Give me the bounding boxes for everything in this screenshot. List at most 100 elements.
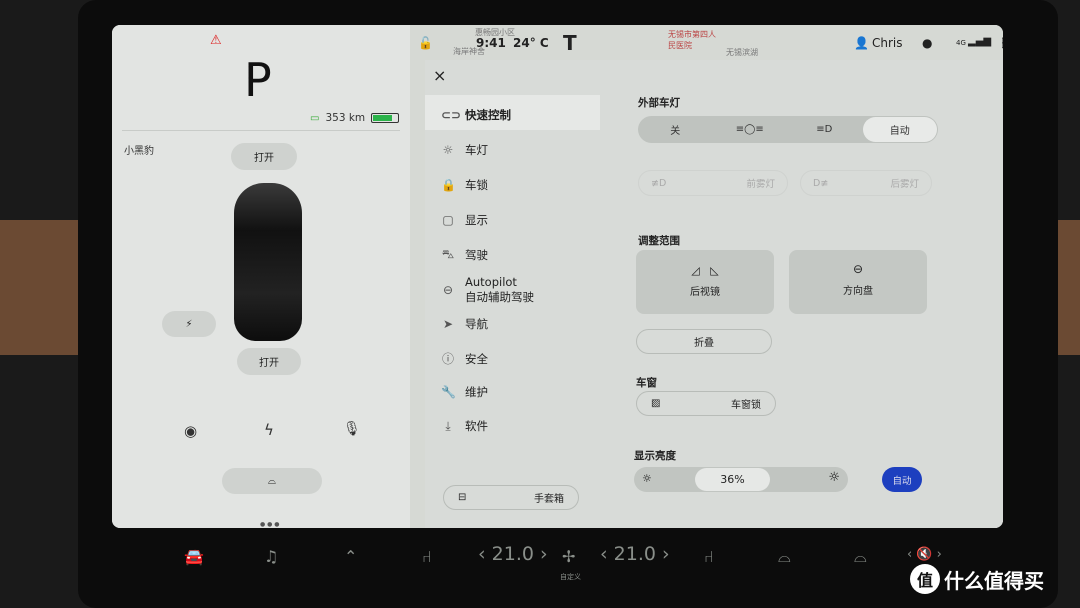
glovebox-icon: ⊟	[458, 492, 467, 503]
menu-item-9[interactable]: ⤓ 软件	[441, 418, 488, 434]
mirror-icon: ◿ ◺	[691, 264, 719, 277]
lights-off-option[interactable]: 关	[638, 116, 713, 143]
headlights-icon[interactable]: ≡D	[787, 116, 862, 143]
clock: 9:41	[476, 36, 506, 50]
steering-wheel-icon: ⊖	[442, 283, 454, 297]
car-icon[interactable]: 🚘	[184, 547, 204, 566]
dashcam-icon[interactable]: ●	[922, 36, 932, 50]
parking-lights-icon[interactable]: ≡◯≡	[713, 116, 788, 143]
menu-item-label: 软件	[465, 419, 488, 433]
window-title: 车窗	[636, 377, 657, 389]
lights-title: 外部车灯	[638, 97, 680, 109]
open-frunk-button[interactable]: 打开	[231, 143, 297, 170]
user-name[interactable]: Chris	[872, 36, 903, 50]
right-temp-control[interactable]: ‹ 21.0 ›	[600, 543, 670, 565]
menu-item-label: Autopilot	[465, 275, 517, 289]
music-icon[interactable]: ♫	[264, 547, 278, 566]
car-name: 小黑豹	[124, 146, 154, 157]
car-top-view	[234, 183, 302, 341]
signal-icon: ▂▄▆	[968, 36, 992, 47]
brightness-title: 显示亮度	[634, 450, 676, 462]
dashboard-trim-right	[1055, 220, 1080, 355]
steering-wheel-button[interactable]: ⊖ 方向盘	[789, 250, 927, 314]
car-icon: ⛍	[441, 247, 455, 261]
steering-wheel-icon: ⊖	[852, 262, 864, 276]
menu-item-5[interactable]: ⊖ Autopilot 自动辅助驾驶	[441, 275, 534, 305]
menu-item-4[interactable]: ⛍ 驾驶	[441, 247, 488, 263]
bluetooth-icon[interactable]: ᛒ	[1000, 36, 1003, 50]
download-icon: ⤓	[445, 418, 451, 433]
window-lock-icon: ▨	[651, 398, 661, 409]
app-launcher-icon[interactable]: ⌃	[344, 547, 357, 566]
menu-item-7[interactable]: ⓘ 安全	[441, 350, 488, 367]
menu-item-label: 车灯	[465, 143, 488, 157]
front-defrost-icon[interactable]: ⌓	[854, 547, 867, 567]
front-fog-icon: ≢D	[651, 177, 667, 189]
menu-item-label: 维护	[465, 385, 488, 399]
glovebox-button[interactable]: ⊟ 手套箱	[443, 485, 579, 510]
range-display: ▭ 353 km	[310, 112, 400, 124]
menu-item-1[interactable]: ☼ 车灯	[441, 142, 488, 158]
lights-auto-option[interactable]: 自动	[862, 117, 937, 142]
lock-icon[interactable]: 🔓	[418, 36, 433, 50]
rear-fog-icon: D≢	[813, 177, 829, 189]
window-lock-button[interactable]: ▨ 车窗锁	[636, 391, 776, 416]
quick-controls: 外部车灯 关 ≡◯≡ ≡D 自动 ≢D 前雾灯 D≢ 后雾灯 调整范围 ◿ ◺ 后视…	[600, 60, 1003, 528]
menu-item-0[interactable]: ⊂⊃ 快速控制	[441, 107, 511, 123]
menu-item-label: 导航	[465, 317, 488, 331]
sun-low-icon: ☼	[642, 472, 652, 485]
menu-item-6[interactable]: ➤ 导航	[441, 316, 488, 332]
menu-item-label: 车锁	[465, 178, 488, 192]
menu-item-2[interactable]: 🔒 车锁	[441, 177, 488, 193]
lock-icon: 🔒	[441, 178, 456, 192]
sun-high-icon: ☼	[828, 470, 840, 485]
watermark-logo: 值什么值得买	[910, 564, 1044, 594]
navigation-icon: ➤	[442, 317, 454, 331]
menu-item-8[interactable]: 🔧 维护	[441, 384, 488, 400]
brightness-thumb[interactable]: 36%	[695, 468, 770, 491]
wiper-button[interactable]: ⌓	[222, 468, 322, 494]
lightning-icon[interactable]: ϟ	[264, 421, 274, 439]
brightness-auto-button[interactable]: 自动	[882, 467, 922, 492]
menu-item-label: 快速控制	[465, 108, 511, 122]
page-dots: ● ● ●	[260, 521, 280, 528]
close-icon[interactable]: ×	[433, 66, 446, 85]
fan-label: 自定义	[560, 573, 581, 581]
rear-fog-button: D≢ 后雾灯	[800, 170, 932, 196]
outside-temp: 24° C	[513, 36, 549, 50]
toggle-icon: ⊂⊃	[441, 108, 462, 122]
user-icon[interactable]: 👤	[854, 36, 869, 50]
gear-indicator: P	[244, 53, 272, 107]
menu-item-sublabel: 自动辅助驾驶	[465, 290, 534, 304]
fan-icon[interactable]: ✢	[562, 547, 575, 566]
wrench-icon: 🔧	[441, 385, 456, 399]
network-label: 4G	[956, 39, 966, 47]
volume-mute-icon[interactable]: ‹ 🔇 ›	[907, 547, 942, 562]
mirrors-button[interactable]: ◿ ◺ 后视镜	[636, 250, 774, 314]
adjust-title: 调整范围	[638, 235, 680, 247]
seatbelt-warning-icon: ⚠	[210, 33, 222, 48]
touchscreen: ⚠ P ▭ 353 km 小黑豹 打开 ⚡ 打开 ◉ ϟ 🎙 ⌓ ● ● ● 海…	[112, 25, 1003, 528]
rear-defrost-icon[interactable]: ⌓	[778, 547, 791, 567]
charge-port-button[interactable]: ⚡	[162, 311, 216, 337]
microphone-icon[interactable]: 🎙	[343, 421, 361, 437]
bottom-bar: 🚘 ♫ ⌃ ⑁ ‹ 21.0 › ✢ 自定义 ‹ 21.0 › ⑁ ⌓ ⌓ ‹ …	[112, 533, 1003, 583]
charge-icon: ▭	[310, 112, 320, 124]
right-seat-heater-icon[interactable]: ⑁	[704, 547, 714, 566]
open-trunk-button[interactable]: 打开	[237, 348, 301, 375]
tesla-logo-icon[interactable]: T	[563, 31, 577, 55]
camera-icon[interactable]: ◉	[184, 422, 197, 440]
left-seat-heater-icon[interactable]: ⑁	[422, 547, 432, 566]
display-icon: ▢	[442, 213, 454, 227]
left-temp-control[interactable]: ‹ 21.0 ›	[478, 543, 548, 565]
menu-item-3[interactable]: ▢ 显示	[441, 212, 488, 228]
menu-item-label: 驾驶	[465, 248, 488, 262]
dashboard-trim-left	[0, 220, 80, 355]
menu-item-label: 显示	[465, 213, 488, 227]
brightness-slider[interactable]: ☼ 36% ☼	[634, 467, 848, 492]
controls-panel: × ⊂⊃ 快速控制 ☼ 车灯 🔒 车锁 ▢ 显示 ⛍ 驾驶 ⊖ Autopilot 自动辅助驾驶 ➤ 导航 ⓘ…	[425, 60, 1003, 528]
exterior-lights-selector[interactable]: 关 ≡◯≡ ≡D 自动	[638, 116, 938, 143]
car-status-panel: ⚠ P ▭ 353 km 小黑豹 打开 ⚡ 打开 ◉ ϟ 🎙 ⌓ ● ● ●	[112, 25, 410, 528]
fold-mirrors-button[interactable]: 折叠	[636, 329, 772, 354]
safety-icon: ⓘ	[441, 352, 454, 366]
